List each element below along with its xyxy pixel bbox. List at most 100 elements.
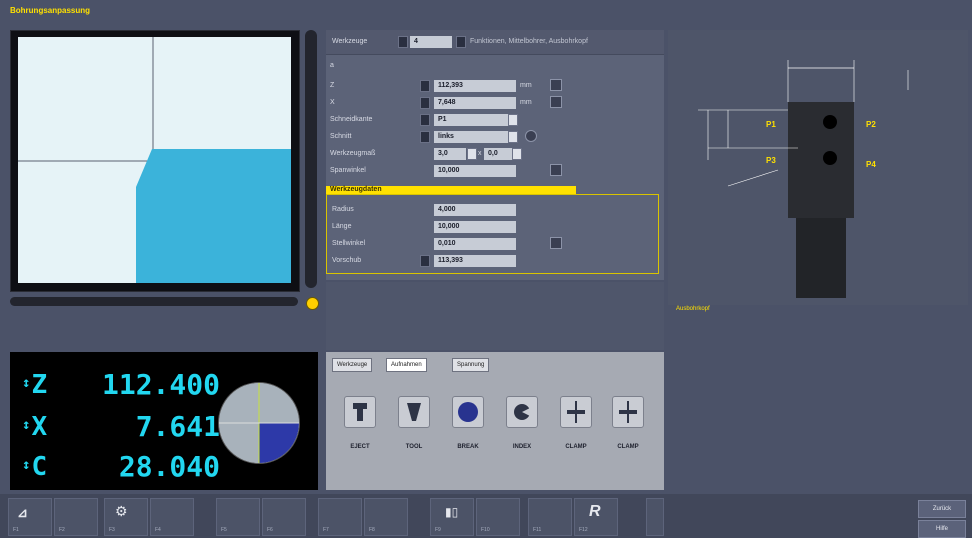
axis-arrow-icon: ↕ — [22, 375, 31, 391]
tool-select-label: Werkzeuge — [332, 38, 368, 45]
back-button[interactable]: Zurück — [918, 500, 966, 518]
z-checkbox[interactable] — [550, 79, 562, 91]
softkey-f3[interactable]: ⚙ F3 — [104, 498, 148, 536]
softkey-f7[interactable]: F7 — [318, 498, 362, 536]
tool-select[interactable]: 4 — [410, 36, 452, 48]
axis-label: X — [31, 412, 48, 442]
tab-holders[interactable]: Aufnahmen — [386, 358, 427, 372]
softkey-f12[interactable]: R F12 — [574, 498, 618, 536]
softkey-f1[interactable]: ⊿ F1 — [8, 498, 52, 536]
tool-button[interactable] — [398, 396, 430, 428]
axis-arrow-icon: ↕ — [22, 417, 31, 433]
feed-button[interactable] — [420, 255, 430, 267]
axis-button[interactable] — [420, 80, 430, 92]
dro-row-x: ↕X 7.641 — [10, 408, 220, 448]
reset-icon: R — [589, 503, 601, 520]
axis-value: 112.400 — [101, 368, 220, 401]
unit-label: mm — [520, 82, 532, 89]
index-button[interactable] — [506, 396, 538, 428]
softkey-f11[interactable]: F11 — [528, 498, 572, 536]
index-icon — [514, 404, 532, 420]
spindle-angle-dial — [218, 382, 300, 464]
field-label: X — [330, 99, 335, 106]
chevron-down-icon[interactable] — [512, 148, 522, 160]
prev-button[interactable] — [398, 36, 408, 48]
break-icon — [458, 402, 478, 422]
dro-row-z: ↕Z 112.400 — [10, 366, 220, 406]
softkey-extra[interactable] — [646, 498, 664, 536]
tool-diagram-panel: P1 P2 P3 P4 — [668, 30, 968, 305]
softkey-number: F1 — [13, 527, 19, 533]
next-button[interactable] — [456, 36, 466, 48]
separator-label: x — [478, 150, 482, 157]
clamp-button[interactable] — [612, 396, 644, 428]
tab-clamping[interactable]: Spannung — [452, 358, 490, 372]
button-label: BREAK — [457, 444, 479, 450]
axis-arrow-icon: ↕ — [22, 457, 31, 473]
clamp-button[interactable] — [560, 396, 592, 428]
softkey-number: F11 — [533, 527, 542, 533]
axis-value: 28.040 — [118, 450, 220, 483]
softkey-f8[interactable]: F8 — [364, 498, 408, 536]
field-label: Werkzeugmaß — [330, 150, 376, 157]
chevron-down-icon[interactable] — [467, 148, 477, 160]
help-button[interactable]: Hilfe — [918, 520, 966, 538]
info-icon[interactable] — [525, 130, 537, 142]
dimension-field[interactable]: 3,0 — [434, 148, 466, 160]
angle-field[interactable]: 10,000 — [434, 165, 516, 177]
button-label: CLAMP — [565, 444, 587, 450]
softkey-f9[interactable]: ▮▯ F9 — [430, 498, 474, 536]
chevron-down-icon[interactable] — [508, 131, 518, 143]
softkey-number: F8 — [369, 527, 375, 533]
axis-button[interactable] — [420, 97, 430, 109]
horizontal-scrollbar[interactable] — [10, 297, 298, 306]
vertical-scrollbar[interactable] — [305, 30, 317, 288]
softkey-number: F12 — [579, 527, 588, 533]
angle-checkbox[interactable] — [550, 164, 562, 176]
tab-tools[interactable]: Werkzeuge — [332, 358, 373, 372]
softkey-f5[interactable]: F5 — [216, 498, 260, 536]
setting-checkbox[interactable] — [550, 237, 562, 249]
z-field[interactable]: 112,393 — [434, 80, 516, 92]
simulation-view[interactable] — [18, 37, 291, 283]
eject-button[interactable] — [344, 396, 376, 428]
softkey-number: F4 — [155, 527, 161, 533]
edge-button[interactable] — [420, 114, 430, 126]
field-label: Spanwinkel — [330, 167, 366, 174]
dimension-field-2[interactable]: 0,0 — [484, 148, 514, 160]
form-header: Werkzeuge 4 Funktionen, Mittelbohrer, Au… — [326, 30, 664, 55]
button-label: EJECT — [350, 444, 370, 450]
field-label: Schneidkante — [330, 116, 373, 123]
boring-head-diagram — [698, 60, 909, 298]
cut-select[interactable]: links — [434, 131, 508, 143]
field-label: Radius — [332, 206, 354, 213]
setting-angle-field[interactable]: 0,010 — [434, 238, 516, 250]
softkey-f6[interactable]: F6 — [262, 498, 306, 536]
softkey-number: F10 — [481, 527, 490, 533]
eject-icon — [353, 403, 367, 421]
x-field[interactable]: 7,648 — [434, 97, 516, 109]
point-label: P4 — [866, 160, 876, 169]
field-label: Länge — [332, 223, 352, 230]
button-label: TOOL — [405, 444, 423, 450]
cut-button[interactable] — [420, 131, 430, 143]
feed-field[interactable]: 113,393 — [434, 255, 516, 267]
point-label: P2 — [866, 120, 876, 129]
softkey-f4[interactable]: F4 — [150, 498, 194, 536]
softkey-number: F6 — [267, 527, 273, 533]
radius-field[interactable]: 4,000 — [434, 204, 516, 216]
length-field[interactable]: 10,000 — [434, 221, 516, 233]
button-label: INDEX — [512, 444, 532, 450]
tool-icon — [407, 403, 421, 421]
softkey-f2[interactable]: F2 — [54, 498, 98, 536]
x-checkbox[interactable] — [550, 96, 562, 108]
diagram-caption: Ausbohrkopf — [676, 306, 710, 312]
softkey-f10[interactable]: F10 — [476, 498, 520, 536]
cutting-edge-select[interactable]: P1 — [434, 114, 508, 126]
zoom-knob-icon[interactable] — [306, 297, 319, 310]
softkey-number: F5 — [221, 527, 227, 533]
break-button[interactable] — [452, 396, 484, 428]
field-label: Vorschub — [332, 257, 362, 264]
chevron-down-icon[interactable] — [508, 114, 518, 126]
point-label: P3 — [766, 156, 776, 165]
